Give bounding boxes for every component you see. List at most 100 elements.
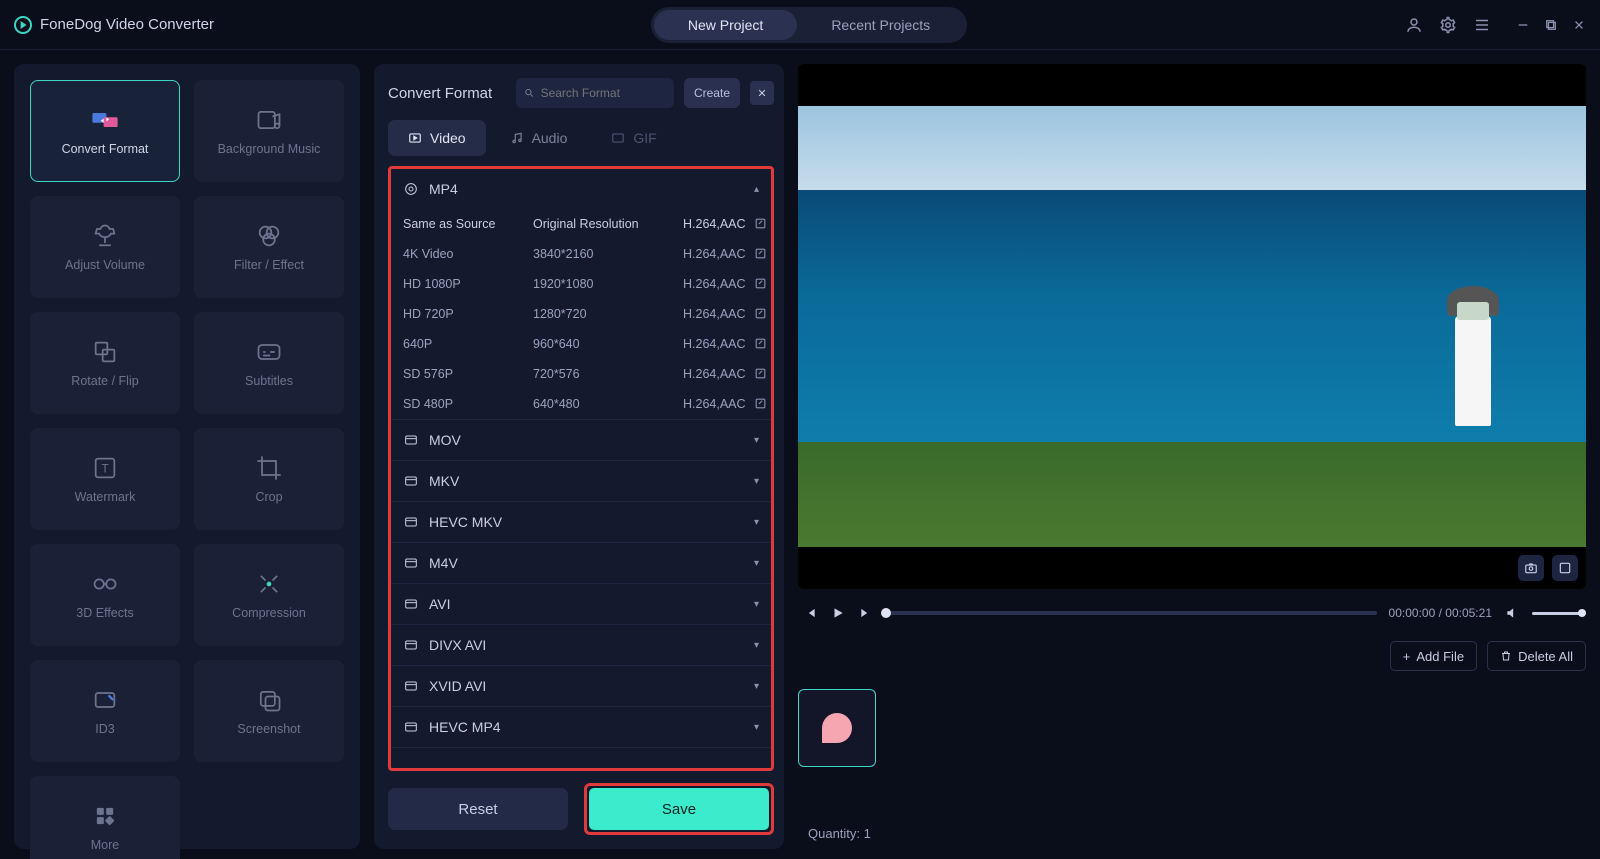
format-header[interactable]: MOV▾ [391,420,771,460]
app-brand: FoneDog Video Converter [14,16,214,34]
sidebar-item-id3[interactable]: ID3 [30,660,180,762]
sidebar-item-screenshot[interactable]: Screenshot [194,660,344,762]
volume-slider[interactable] [1532,612,1582,615]
sidebar-item-more[interactable]: More [30,776,180,859]
window-minimize-icon[interactable] [1516,18,1530,32]
sidebar-item-label: Adjust Volume [65,258,145,272]
sidebar-item-label: More [91,838,119,852]
more-icon [91,802,119,830]
format-tab-audio[interactable]: Audio [490,120,588,156]
format-tab-video[interactable]: Video [388,120,486,156]
edit-preset-icon[interactable] [754,337,768,351]
preset-name: 640P [403,337,533,351]
sidebar-item-label: Background Music [218,142,321,156]
sidebar-item-adjust-volume[interactable]: Adjust Volume [30,196,180,298]
format-preset-row[interactable]: HD 720P1280*720H.264,AAC [391,299,771,329]
preset-resolution: 1920*1080 [533,277,683,291]
close-panel-button[interactable] [750,81,774,105]
preset-resolution: Original Resolution [533,217,683,231]
preset-codec: H.264,AAC [683,367,754,381]
format-group: MKV▾ [391,461,771,502]
format-header-mp4[interactable]: MP4 ▴ [391,169,771,209]
volume-button[interactable] [1504,605,1520,621]
preset-name: Same as Source [403,217,533,231]
format-tab-gif[interactable]: GIF [591,120,676,156]
sidebar-item-filter-effect[interactable]: Filter / Effect [194,196,344,298]
tab-recent-projects[interactable]: Recent Projects [797,10,964,40]
format-preset-row[interactable]: 4K Video3840*2160H.264,AAC [391,239,771,269]
sidebar-item-convert-format[interactable]: Convert Format [30,80,180,182]
format-header[interactable]: M4V▾ [391,543,771,583]
format-icon [403,719,419,735]
window-maximize-icon[interactable] [1544,18,1558,32]
sidebar-item-subtitles[interactable]: Subtitles [194,312,344,414]
chevron-down-icon: ▾ [754,435,759,446]
titlebar: FoneDog Video Converter New Project Rece… [0,0,1600,50]
chevron-down-icon: ▾ [754,599,759,610]
format-header[interactable]: XVID AVI▾ [391,666,771,706]
chevron-down-icon: ▾ [754,722,759,733]
format-preset-row[interactable]: Same as SourceOriginal ResolutionH.264,A… [391,209,771,239]
format-header[interactable]: MKV▾ [391,461,771,501]
rotate-icon [91,338,119,366]
edit-preset-icon[interactable] [754,247,768,261]
format-name: AVI [429,596,451,612]
seek-bar[interactable] [886,611,1377,615]
format-panel: Convert Format Create Video Audio GIF [374,64,784,849]
tab-new-project[interactable]: New Project [654,10,797,40]
file-thumbnail[interactable] [798,689,876,767]
play-button[interactable] [830,605,846,621]
sidebar-item-crop[interactable]: Crop [194,428,344,530]
window-close-icon[interactable] [1572,18,1586,32]
file-thumbnails [798,683,1586,849]
close-icon [757,88,767,98]
format-header[interactable]: DIVX AVI▾ [391,625,771,665]
format-header[interactable]: HEVC MKV▾ [391,502,771,542]
create-button[interactable]: Create [684,78,740,108]
edit-preset-icon[interactable] [754,217,768,231]
panel-title: Convert Format [388,85,506,102]
fullscreen-button[interactable] [1552,555,1578,581]
format-preset-row[interactable]: SD 576P720*576H.264,AAC [391,359,771,389]
sidebar-item-3d-effects[interactable]: 3D Effects [30,544,180,646]
screenshot-icon [255,686,283,714]
format-icon [403,637,419,653]
video-preview[interactable] [798,64,1586,589]
preset-name: HD 720P [403,307,533,321]
format-icon [403,514,419,530]
delete-all-button[interactable]: Delete All [1487,641,1586,671]
format-preset-row[interactable]: SD 480P640*480H.264,AAC [391,389,771,419]
playback-controls: 00:00:00 / 00:05:21 [798,597,1586,629]
preset-name: HD 1080P [403,277,533,291]
format-icon [403,555,419,571]
account-icon[interactable] [1404,15,1424,35]
add-file-button[interactable]: + Add File [1390,641,1477,671]
format-preset-row[interactable]: 640P960*640H.264,AAC [391,329,771,359]
edit-preset-icon[interactable] [754,307,768,321]
watermark-icon: T [91,454,119,482]
menu-icon[interactable] [1472,15,1492,35]
settings-icon[interactable] [1438,15,1458,35]
edit-preset-icon[interactable] [754,397,768,411]
format-header[interactable]: AVI ▾ [391,584,771,624]
search-input-field[interactable] [541,86,666,100]
sidebar-item-background-music[interactable]: Background Music [194,80,344,182]
format-name: HEVC MP4 [429,719,501,735]
snapshot-button[interactable] [1518,555,1544,581]
format-header[interactable]: HEVC MP4 ▾ [391,707,771,747]
next-button[interactable] [858,605,874,621]
save-button[interactable]: Save [589,788,769,830]
prev-button[interactable] [802,605,818,621]
format-preset-row[interactable]: HD 1080P1920*1080H.264,AAC [391,269,771,299]
sidebar-item-rotate-flip[interactable]: Rotate / Flip [30,312,180,414]
sidebar-item-watermark[interactable]: T Watermark [30,428,180,530]
sidebar-item-compression[interactable]: Compression [194,544,344,646]
camera-icon [1524,561,1538,575]
sidebar-item-label: Filter / Effect [234,258,304,272]
format-icon [403,473,419,489]
music-icon [255,106,283,134]
edit-preset-icon[interactable] [754,277,768,291]
edit-preset-icon[interactable] [754,367,768,381]
reset-button[interactable]: Reset [388,788,568,830]
search-format-input[interactable] [516,78,674,108]
